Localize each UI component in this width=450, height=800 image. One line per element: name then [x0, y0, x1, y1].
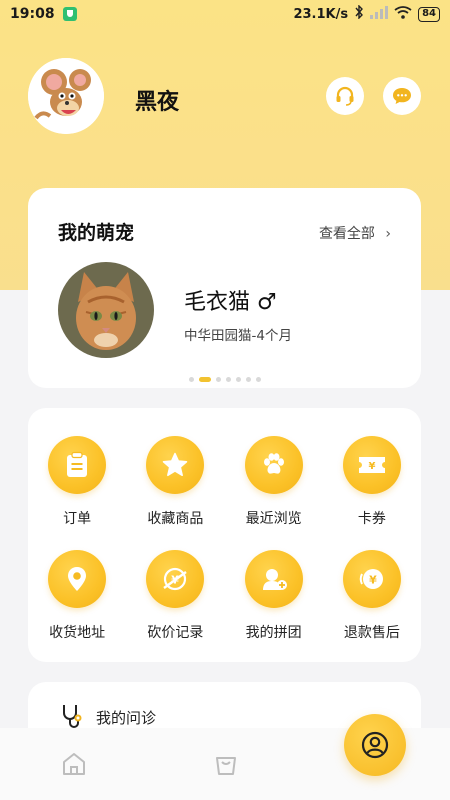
menu-label: 退款售后: [343, 625, 400, 641]
pager-dot-active: [198, 377, 211, 382]
battery-icon: 84: [418, 6, 440, 22]
coupon-icon: ¥: [342, 436, 401, 494]
menu-item-coupons[interactable]: ¥ 卡券: [323, 436, 421, 528]
my-pets-card: 我的萌宠 查看全部 › 毛衣猫 ♂ 中华田园猫-4个月: [28, 188, 421, 388]
menu-item-address[interactable]: 收货地址: [28, 550, 126, 642]
paw-icon: [244, 436, 303, 494]
cartoon-mouse-avatar: [28, 58, 104, 134]
menu-label: 收货地址: [49, 625, 106, 641]
view-all-label: 查看全部: [318, 226, 375, 242]
home-icon[interactable]: [60, 750, 88, 782]
chevron-right-icon: ›: [385, 226, 391, 242]
pet-photo[interactable]: [58, 262, 154, 358]
star-icon: [146, 436, 205, 494]
group-buy-icon: [244, 550, 303, 608]
network-speed: 23.1K/s: [293, 6, 349, 22]
menu-item-recent[interactable]: 最近浏览: [225, 436, 323, 528]
menu-label: 砍价记录: [147, 625, 204, 641]
menu-label: 订单: [63, 511, 92, 527]
shopping-bag-icon[interactable]: [212, 750, 240, 782]
status-bar: 19:08 23.1K/s 84: [0, 0, 450, 28]
pager-dot: [235, 377, 241, 382]
messages-button[interactable]: [383, 77, 421, 115]
avatar[interactable]: [28, 58, 104, 134]
menu-label: 最近浏览: [245, 511, 302, 527]
pet-name: 毛衣猫 ♂: [184, 290, 277, 315]
svg-text:¥: ¥: [369, 574, 377, 587]
section-title: 我的萌宠: [58, 222, 135, 244]
services-card: 订单 收藏商品 最近浏览 ¥ 卡券 收货地址 砍价记录 我的拼团 ¥ 退款售后: [28, 408, 421, 662]
clock: 19:08: [10, 6, 55, 22]
battery-level: 84: [422, 7, 436, 19]
svg-text:¥: ¥: [368, 461, 375, 472]
menu-label: 收藏商品: [147, 511, 204, 527]
bargain-icon: ¥: [146, 550, 205, 608]
cat-photo: [58, 262, 154, 358]
menu-label: 卡券: [357, 511, 386, 527]
menu-item-bargain[interactable]: ¥ 砍价记录: [126, 550, 224, 642]
carousel-indicator: [28, 377, 421, 382]
pager-dot: [215, 377, 221, 382]
view-all-link[interactable]: 查看全部 ›: [319, 223, 391, 243]
pet-description: 中华田园猫-4个月: [184, 328, 292, 344]
menu-item-group-buy[interactable]: 我的拼团: [225, 550, 323, 642]
pager-dot: [245, 377, 251, 382]
username: 黑夜: [135, 90, 180, 115]
wifi-icon: [394, 5, 412, 23]
pager-dot: [188, 377, 194, 382]
customer-service-button[interactable]: [326, 77, 364, 115]
signal-icon: [370, 5, 389, 23]
menu-label: 我的拼团: [245, 625, 302, 641]
consultation-label: 我的问诊: [96, 709, 157, 727]
menu-item-refund[interactable]: ¥ 退款售后: [323, 550, 421, 642]
headset-icon: [336, 86, 354, 106]
clipboard-icon: [48, 436, 107, 494]
message-icon: [393, 88, 411, 104]
menu-item-orders[interactable]: 订单: [28, 436, 126, 528]
pager-dot: [225, 377, 231, 382]
profile-tab-button[interactable]: [344, 714, 406, 776]
bluetooth-icon: [354, 4, 364, 23]
shield-icon: [62, 7, 77, 21]
location-pin-icon: [48, 550, 107, 608]
refund-icon: ¥: [342, 550, 401, 608]
profile-icon: [361, 731, 389, 759]
menu-item-favorites[interactable]: 收藏商品: [126, 436, 224, 528]
pager-dot: [255, 377, 261, 382]
